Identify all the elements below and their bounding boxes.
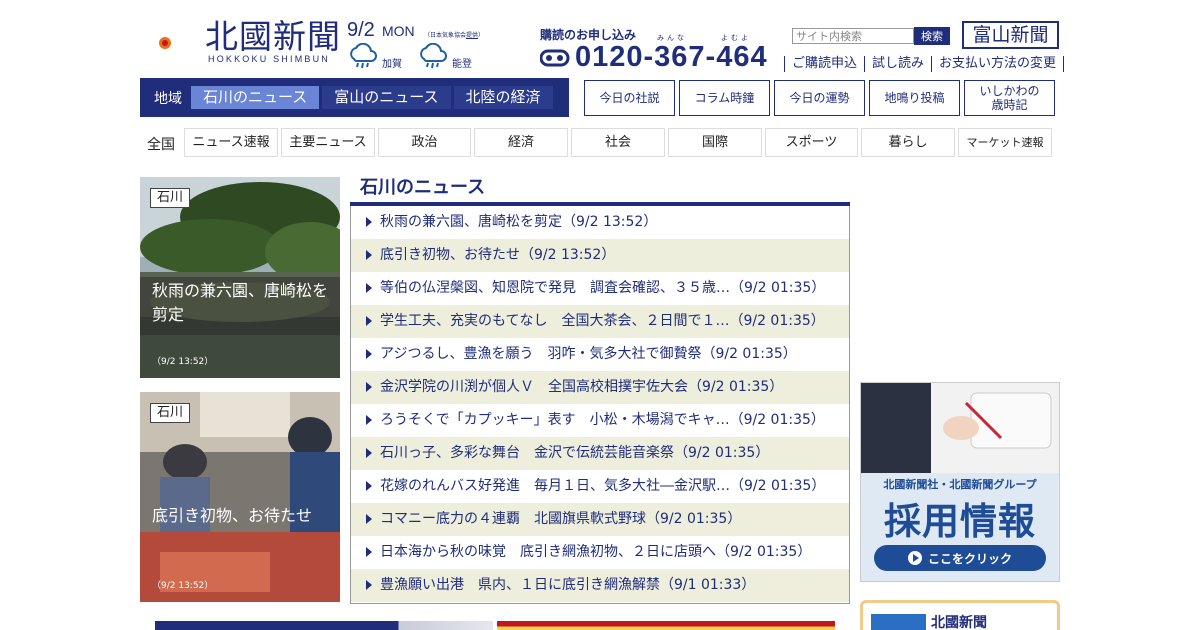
- reader-post-button[interactable]: 地鳴り投稿: [869, 80, 960, 116]
- column-button[interactable]: コラム時鐘: [679, 80, 770, 116]
- news-item[interactable]: 秋雨の兼六園、唐崎松を剪定（9/2 13:52）: [351, 206, 849, 239]
- news-item[interactable]: 学生工夫、充実のもてなし 全国大茶会、２日間で１…（9/2 01:35）: [351, 305, 849, 338]
- weather-source-link[interactable]: 提供: [466, 32, 478, 39]
- news-item[interactable]: ろうそくで「カプッキー」表す 小松・木場潟でキャ…（9/2 01:35）: [351, 404, 849, 437]
- toyama-shimbun-logo[interactable]: 富山新聞: [962, 21, 1059, 49]
- subscribe-link[interactable]: ご購読申込: [784, 56, 864, 72]
- news-item[interactable]: 金沢学院の川渕が個人Ｖ 全国高校相撲宇佐大会（9/2 01:35）: [351, 371, 849, 404]
- logo-name[interactable]: 北國新聞: [205, 17, 341, 57]
- weather-area-kaga: 加賀: [382, 59, 402, 70]
- recruit-banner[interactable]: 北國新聞社・北國新聞グループ 採用情報 ここをクリック: [860, 382, 1060, 582]
- bottom-banner-left[interactable]: [155, 621, 493, 630]
- category-economy[interactable]: 経済: [474, 128, 568, 157]
- arrow-right-icon: [366, 448, 372, 458]
- recruit-click-button[interactable]: ここをクリック: [874, 545, 1046, 571]
- category-market[interactable]: マーケット速報: [958, 128, 1052, 157]
- category-lifestyle[interactable]: 暮らし: [861, 128, 955, 157]
- news-item[interactable]: コマニー底力の４連覇 北國旗県軟式野球（9/2 01:35）: [351, 503, 849, 536]
- photo-card-kenrokuen[interactable]: 石川 秋雨の兼六園、唐崎松を剪定 （9/2 13:52）: [140, 177, 340, 378]
- arrow-right-icon: [366, 547, 372, 557]
- region-label: 地域: [154, 90, 182, 107]
- subscription-links: ご購読申込 試し読み お支払い方法の変更: [784, 56, 1065, 72]
- payment-change-link[interactable]: お支払い方法の変更: [931, 56, 1065, 72]
- photo-region-tag: 石川: [150, 403, 191, 423]
- search-button[interactable]: 検索: [914, 27, 950, 45]
- horoscope-button[interactable]: 今日の運勢: [774, 80, 865, 116]
- weather-source: （日本気象協会提供）: [424, 32, 485, 39]
- tab-toyama-news[interactable]: 富山のニュース: [322, 86, 451, 109]
- arrow-right-icon: [366, 283, 372, 293]
- category-top-news[interactable]: 主要ニュース: [281, 128, 375, 157]
- arrow-right-icon: [366, 250, 372, 260]
- hokkoku-logo-mark[interactable]: [140, 16, 198, 66]
- news-item[interactable]: 豊漁願い出港 県内、１日に底引き網漁解禁（9/1 01:33）: [351, 569, 849, 602]
- arrow-right-icon: [366, 514, 372, 524]
- arrow-right-icon: [366, 415, 372, 425]
- category-international[interactable]: 国際: [668, 128, 762, 157]
- news-item[interactable]: 等伯の仏涅槃図、知恩院で発見 調査会確認、３５歳…（9/2 01:35）: [351, 272, 849, 305]
- date: 9/2: [347, 19, 375, 41]
- bottom-banner-right[interactable]: [497, 621, 835, 630]
- weekday: MON: [382, 23, 415, 39]
- arrow-right-icon: [366, 217, 372, 227]
- recruit-company-line: 北國新聞社・北國新聞グループ: [883, 478, 1037, 491]
- free-dial-icon: [540, 49, 570, 67]
- news-item[interactable]: 日本海から秋の味覚 底引き網漁初物、２日に店頭へ（9/2 01:35）: [351, 536, 849, 569]
- rain-icon[interactable]: [347, 43, 377, 71]
- region-nav: 地域 石川のニュース 富山のニュース 北陸の経済: [140, 78, 569, 117]
- trial-link[interactable]: 試し読み: [864, 56, 931, 72]
- photo-caption[interactable]: 底引き初物、お待たせ: [140, 502, 340, 532]
- category-society[interactable]: 社会: [571, 128, 665, 157]
- rain-icon[interactable]: [417, 43, 447, 71]
- tab-ishikawa-news[interactable]: 石川のニュース: [191, 86, 320, 109]
- logo-subtitle: HOKKOKU SHIMBUN: [208, 54, 331, 64]
- category-all[interactable]: 全国: [147, 134, 175, 154]
- play-circle-icon: [907, 551, 922, 565]
- photo-region-tag: 石川: [150, 188, 191, 208]
- recruit-heading: 採用情報: [884, 500, 1036, 543]
- seasonal-events-button[interactable]: いしかわの 歳時記: [964, 80, 1055, 116]
- news-list: 秋雨の兼六園、唐崎松を剪定（9/2 13:52） 底引き初物、お待たせ（9/2 …: [350, 206, 850, 604]
- tab-hokuriku-economy[interactable]: 北陸の経済: [453, 86, 553, 109]
- news-item[interactable]: アジつるし、豊漁を願う 羽咋・気多大社で御贄祭（9/2 01:35）: [351, 338, 849, 371]
- recruit-photo: [861, 383, 1059, 473]
- photo-card-fish-market[interactable]: 石川 底引き初物、お待たせ （9/2 13:52）: [140, 392, 340, 602]
- arrow-right-icon: [366, 349, 372, 359]
- editorial-button[interactable]: 今日の社説: [584, 80, 675, 116]
- arrow-right-icon: [366, 382, 372, 392]
- category-politics[interactable]: 政治: [378, 128, 471, 157]
- subscribe-phone[interactable]: 0120-367-464: [575, 41, 768, 74]
- arrow-right-icon: [366, 481, 372, 491]
- search-input[interactable]: [792, 28, 914, 44]
- photo-caption[interactable]: 秋雨の兼六園、唐崎松を剪定: [140, 277, 340, 335]
- hokkoku-group-banner[interactable]: 北國新聞: [860, 600, 1060, 630]
- category-sports[interactable]: スポーツ: [765, 128, 858, 157]
- news-item[interactable]: 花嫁のれんバス好発進 毎月１日、気多大社―金沢駅…（9/2 01:35）: [351, 470, 849, 503]
- hokkoku-banner-icon: [871, 614, 926, 630]
- fish-market-photo: [140, 392, 340, 602]
- arrow-right-icon: [366, 580, 372, 590]
- arrow-right-icon: [366, 316, 372, 326]
- news-item[interactable]: 石川っ子、多彩な舞台 金沢で伝統芸能音楽祭（9/2 01:35）: [351, 437, 849, 470]
- news-item[interactable]: 底引き初物、お待たせ（9/2 13:52）: [351, 239, 849, 272]
- hokkoku-banner-name: 北國新聞: [931, 615, 987, 630]
- category-breaking-news[interactable]: ニュース速報: [184, 128, 278, 157]
- weather-area-noto: 能登: [452, 59, 472, 70]
- photo-time: （9/2 13:52）: [152, 357, 214, 367]
- news-section-title: 石川のニュース: [360, 177, 486, 198]
- photo-time: （9/2 13:52）: [152, 581, 214, 591]
